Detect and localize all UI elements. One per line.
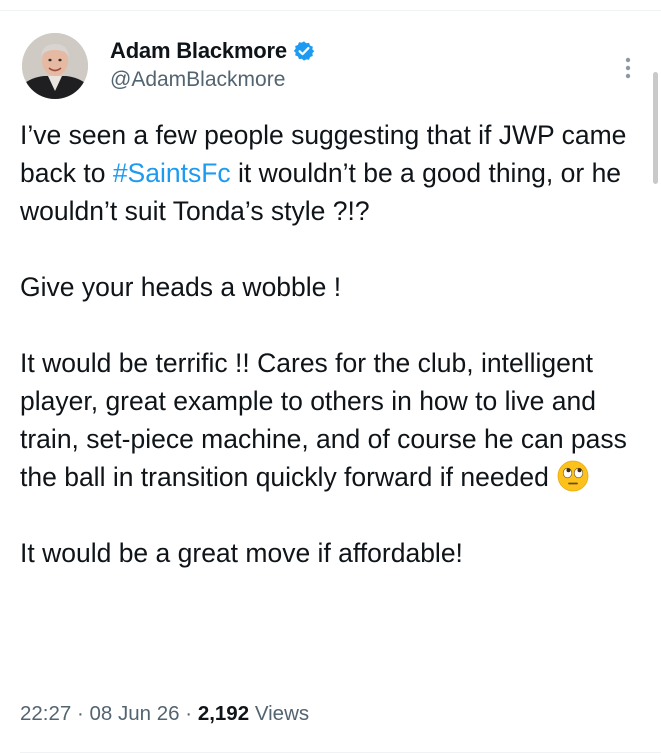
scrollbar-thumb[interactable] [653,72,658,184]
tweet: Adam Blackmore @AdamBlackmore I’ve seen … [0,10,661,753]
author-display-name[interactable]: Adam Blackmore [110,38,287,64]
avatar[interactable] [22,33,88,99]
tweet-paragraph-4: It would be a great move if affordable! [20,538,463,568]
tweet-metadata: 22:27 · 08 Jun 26 · 2,192 Views [20,702,309,726]
avatar-image [22,33,88,99]
tweet-text-segment: It would be terrific !! Cares for the cl… [20,348,627,492]
face-with-rolling-eyes-icon [557,460,589,492]
meta-separator: · [179,702,198,725]
tweet-text: I’ve seen a few people suggesting that i… [20,116,640,572]
tweet-date[interactable]: 08 Jun 26 [90,702,180,725]
views-count[interactable]: 2,192 [198,702,249,725]
hashtag-link[interactable]: #SaintsFc [113,158,231,188]
more-vertical-icon[interactable] [618,54,638,82]
views-label: Views [249,702,310,725]
meta-separator: · [71,702,90,725]
tweet-paragraph-3: It would be terrific !! Cares for the cl… [20,344,640,496]
author-name-row: Adam Blackmore [110,36,315,66]
tweet-paragraph-1: I’ve seen a few people suggesting that i… [20,116,640,230]
author-handle[interactable]: @AdamBlackmore [110,68,285,92]
verified-badge-icon[interactable] [293,40,315,62]
tweet-paragraph-2: Give your heads a wobble ! [20,272,342,302]
tweet-time[interactable]: 22:27 [20,702,71,725]
